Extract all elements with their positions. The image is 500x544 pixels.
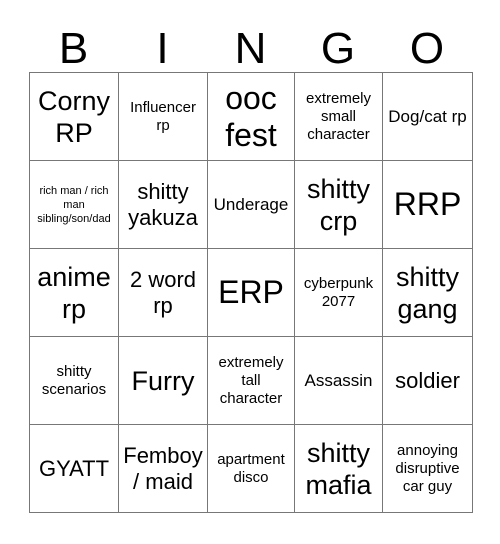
bingo-cell-g3[interactable]: cyberpunk 2077 [294,248,383,337]
bingo-cell-n1[interactable]: ooc fest [207,72,295,161]
bingo-cell-n2[interactable]: Underage [207,160,295,249]
bingo-header-letter-b: B [58,24,89,73]
bingo-cell-g4[interactable]: Assassin [294,336,383,425]
bingo-cell-g1[interactable]: extremely small character [294,72,383,161]
bingo-row: shitty scenarios Furry extremely tall ch… [29,336,473,425]
bingo-row: Corny RP Influencer rp ooc fest extremel… [29,72,473,161]
bingo-header-row: B I N G O [29,14,472,72]
bingo-cell-g2[interactable]: shitty crp [294,160,383,249]
bingo-card: B I N G O Corny RP Influencer rp ooc fes… [29,14,473,513]
bingo-cell-b1[interactable]: Corny RP [29,72,119,161]
bingo-cell-o1[interactable]: Dog/cat rp [382,72,473,161]
bingo-cell-n5[interactable]: apartment disco [207,424,295,513]
bingo-cell-b4[interactable]: shitty scenarios [29,336,119,425]
bingo-row: rich man / rich man sibling/son/dad shit… [29,160,473,249]
bingo-cell-i2[interactable]: shitty yakuza [118,160,208,249]
bingo-cell-g5[interactable]: shitty mafia [294,424,383,513]
bingo-header-letter-o: O [409,24,445,73]
bingo-cell-i1[interactable]: Influencer rp [118,72,208,161]
bingo-header-letter-n: N [234,24,267,73]
bingo-cell-b2[interactable]: rich man / rich man sibling/son/dad [29,160,119,249]
bingo-cell-i3[interactable]: 2 word rp [118,248,208,337]
bingo-cell-b3[interactable]: anime rp [29,248,119,337]
bingo-cell-n4[interactable]: extremely tall character [207,336,295,425]
bingo-header-letter-i: I [156,24,169,73]
bingo-cell-o2[interactable]: RRP [382,160,473,249]
bingo-cell-i4[interactable]: Furry [118,336,208,425]
bingo-grid: Corny RP Influencer rp ooc fest extremel… [29,72,473,513]
bingo-cell-o5[interactable]: annoying disruptive car guy [382,424,473,513]
bingo-cell-b5[interactable]: GYATT [29,424,119,513]
bingo-cell-n3[interactable]: ERP [207,248,295,337]
bingo-row: anime rp 2 word rp ERP cyberpunk 2077 sh… [29,248,473,337]
bingo-row: GYATT Femboy / maid apartment disco shit… [29,424,473,513]
bingo-cell-o4[interactable]: soldier [382,336,473,425]
bingo-cell-o3[interactable]: shitty gang [382,248,473,337]
bingo-cell-i5[interactable]: Femboy / maid [118,424,208,513]
bingo-header-letter-g: G [320,24,356,73]
